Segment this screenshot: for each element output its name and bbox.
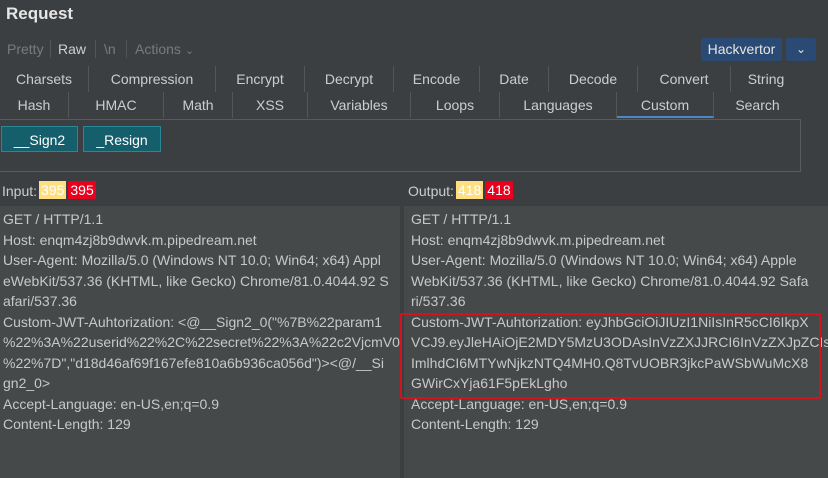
input-label: Input: (2, 183, 38, 199)
input-line: afari/537.36 (3, 293, 77, 309)
output-label: Output: (408, 183, 454, 199)
tab-math[interactable]: Math (164, 92, 233, 118)
output-length-badge: 418 (455, 181, 484, 199)
output-count-badge: 418 (485, 181, 513, 199)
tab-decode[interactable]: Decode (549, 66, 638, 92)
tab-date[interactable]: Date (480, 66, 549, 92)
raw-button[interactable]: Raw (54, 38, 90, 60)
output-line: User-Agent: Mozilla/5.0 (Windows NT 10.0… (411, 252, 797, 268)
output-line: ri/537.36 (411, 293, 466, 309)
input-line: gn2_0> (3, 375, 51, 391)
input-count-badge: 395 (68, 181, 96, 199)
tab-xss[interactable]: XSS (233, 92, 308, 118)
actions-label: Actions (135, 41, 181, 57)
hackvertor-button[interactable]: Hackvertor (701, 38, 782, 61)
input-line: Custom-JWT-Auhtorization: <@__Sign2_0("%… (3, 313, 383, 330)
tab-languages[interactable]: Languages (500, 92, 617, 118)
output-line: Content-Length: 129 (411, 416, 539, 432)
tab-row-1: Charsets Compression Encrypt Decrypt Enc… (0, 66, 828, 92)
input-line: %22%7D","d18d46af69f167efe810a6b936ca056… (3, 354, 384, 371)
tab-convert[interactable]: Convert (638, 66, 731, 92)
input-length-badge: 395 (39, 181, 67, 199)
tab-encrypt[interactable]: Encrypt (216, 66, 305, 92)
hackvertor-menu-chevron[interactable]: ⌄ (786, 38, 816, 61)
actions-dropdown[interactable]: Actions ⌄ (131, 38, 198, 60)
newline-toggle[interactable]: \n (100, 38, 120, 60)
tab-compression[interactable]: Compression (89, 66, 216, 92)
chevron-down-icon: ⌄ (184, 45, 195, 57)
sign2-tag-button[interactable]: __Sign2 (1, 126, 78, 152)
divider (50, 40, 51, 58)
pretty-button[interactable]: Pretty (3, 38, 48, 60)
tab-search[interactable]: Search (714, 92, 801, 118)
jwt-highlight-box (400, 313, 821, 399)
tab-hmac[interactable]: HMAC (69, 92, 164, 118)
output-label-row: Output: 418 418 (408, 181, 513, 201)
request-title: Request (6, 4, 74, 23)
tab-row-2: Hash HMAC Math XSS Variables Loops Langu… (0, 92, 828, 118)
tab-variables[interactable]: Variables (308, 92, 411, 118)
tab-encode[interactable]: Encode (394, 66, 480, 92)
input-line: Accept-Language: en-US,en;q=0.9 (3, 395, 219, 412)
tab-hash[interactable]: Hash (0, 92, 69, 118)
input-line: %22%3A%22userid%22%2C%22secret%22%3A%22c… (3, 334, 400, 350)
tab-loops[interactable]: Loops (411, 92, 500, 118)
tab-custom[interactable]: Custom (617, 92, 714, 118)
input-line: Content-Length: 129 (3, 416, 131, 432)
tab-decrypt[interactable]: Decrypt (305, 66, 394, 92)
output-line: Host: enqm4zj8b9dwvk.m.pipedream.net (411, 231, 665, 248)
output-line: GET / HTTP/1.1 (411, 211, 512, 227)
input-line: User-Agent: Mozilla/5.0 (Windows NT 10.0… (3, 252, 381, 268)
input-line: eWebKit/537.36 (KHTML, like Gecko) Chrom… (3, 272, 389, 289)
input-line: GET / HTTP/1.1 (3, 211, 104, 227)
divider (126, 40, 127, 58)
input-label-row: Input: 395 395 (2, 181, 96, 201)
output-line: WebKit/537.36 (KHTML, like Gecko) Chrome… (411, 272, 809, 289)
resign-tag-button[interactable]: _Resign (83, 126, 161, 152)
divider (95, 40, 96, 58)
tab-charsets[interactable]: Charsets (0, 66, 89, 92)
input-line: Host: enqm4zj8b9dwvk.m.pipedream.net (3, 231, 257, 248)
tab-string[interactable]: String (731, 66, 801, 92)
input-textarea[interactable]: GET / HTTP/1.1 Host: enqm4zj8b9dwvk.m.pi… (0, 206, 400, 478)
chevron-down-icon: ⌄ (795, 42, 807, 56)
